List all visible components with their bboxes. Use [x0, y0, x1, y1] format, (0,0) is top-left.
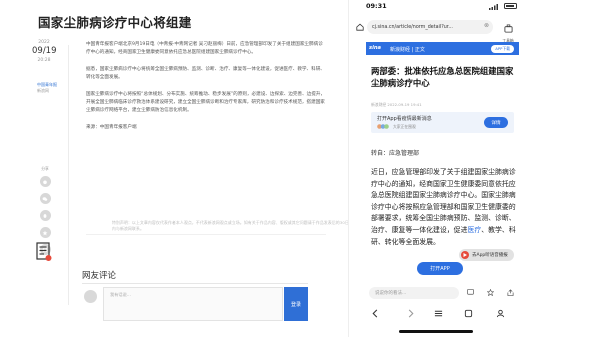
- forward-icon[interactable]: [406, 309, 415, 318]
- play-icon: [461, 251, 469, 259]
- promo-details-button[interactable]: 详情: [484, 117, 508, 128]
- audio-broadcast-label: 去App听语音播报: [472, 253, 508, 258]
- url-text: cj.sina.cn/article/norm_detail?ur...: [372, 24, 453, 30]
- breadcrumb[interactable]: 新浪财经 | 正文: [390, 46, 425, 53]
- article-source[interactable]: 中国青年报 新浪网: [37, 82, 57, 93]
- toolbox-button[interactable]: 工具箱: [497, 18, 519, 44]
- weibo-share-icon[interactable]: [39, 176, 51, 187]
- home-icon[interactable]: [356, 23, 364, 31]
- share-icon[interactable]: [507, 289, 514, 296]
- mobile-screenshot: 09:31 cj.sina.cn/article/norm_detail?ur.…: [348, 0, 524, 337]
- article-paragraph: 国家尘肺病诊疗中心将按照“总体规划、分布实施、统筹推动、稳步发展”的原则，必建设…: [86, 91, 326, 114]
- promo-text: 打开App看疫情最新消息: [377, 116, 432, 122]
- status-bar: 09:31: [349, 0, 525, 13]
- comment-bar: 说说你的看法...: [366, 286, 519, 300]
- comment-login-button[interactable]: 登录: [284, 287, 308, 321]
- star-icon[interactable]: [487, 289, 494, 296]
- qzone-share-icon[interactable]: [39, 227, 51, 238]
- menu-icon[interactable]: [434, 309, 443, 318]
- desktop-article: 国家尘肺病诊疗中心将组建 2022 09/19 20:28 中国青年报 新浪网 …: [0, 0, 350, 337]
- url-input[interactable]: cj.sina.cn/article/norm_detail?ur... ⊗: [367, 20, 493, 34]
- source-name[interactable]: 中国青年报: [37, 82, 57, 88]
- divider: [86, 234, 326, 235]
- source-label: 新浪网: [37, 87, 49, 93]
- publish-month-day: 09/19: [32, 46, 57, 56]
- article-link[interactable]: 医疗: [467, 226, 481, 234]
- open-app-button[interactable]: 打开APP: [417, 262, 463, 275]
- repost-source: 转自：应急管理部: [371, 150, 420, 157]
- comment-input[interactable]: 我有话说…: [103, 287, 283, 321]
- audio-broadcast-button[interactable]: 去App听语音播报: [459, 249, 514, 261]
- article-paragraph: 据悉，国家尘肺病诊疗中心将统筹全国尘肺病预防、监测、诊断、治疗、康复等一体化建设…: [86, 66, 325, 81]
- comments-title: 网友评论: [82, 271, 117, 281]
- article-headline: 两部委：批准依托应急总医院组建国家尘肺病诊疗中心: [371, 66, 514, 88]
- qq-share-icon[interactable]: [39, 210, 51, 221]
- publish-date: 2022 09/19 20:28: [32, 40, 57, 63]
- publish-time: 20:28: [37, 58, 51, 63]
- user-avatars-icon: [377, 124, 389, 129]
- signal-icon: [489, 4, 498, 10]
- wechat-share-icon[interactable]: [39, 193, 51, 204]
- publish-year: 2022: [38, 40, 50, 45]
- profile-icon[interactable]: [496, 309, 505, 318]
- toolbox-icon: [503, 24, 513, 33]
- article-text: 近日，应急管理部印发了关于组建国家尘肺病诊疗中心的通知，经商国家卫生健康委同意依…: [371, 167, 517, 248]
- article-text-segment: 近日，应急管理部印发了关于组建国家尘肺病诊疗中心的通知，经商国家卫生健康委同意依…: [371, 168, 516, 234]
- divider: [68, 45, 69, 305]
- status-time: 09:31: [366, 2, 387, 10]
- clear-icon[interactable]: ⊗: [484, 22, 489, 29]
- sina-logo[interactable]: sina: [369, 45, 381, 51]
- article-body: 中国青年报客户端北京9月19日电（中青报·中青网记者 吴刁赵丽梅）日前，应急管理…: [86, 41, 326, 140]
- comment-document-icon[interactable]: [36, 242, 52, 262]
- browser-url-bar: cj.sina.cn/article/norm_detail?ur... ⊗ 工…: [349, 14, 525, 43]
- tabs-icon[interactable]: [464, 309, 473, 318]
- app-download-button[interactable]: APP下载: [491, 44, 514, 53]
- article-title: 国家尘肺病诊疗中心将组建: [38, 15, 192, 30]
- share-label: 分享: [41, 166, 49, 171]
- app-promo-banner[interactable]: 打开App看疫情最新消息 大家正在围观 详情: [371, 112, 514, 133]
- avatar: [84, 290, 97, 303]
- disclaimer: 特别声明：以上文章内容仅代表作者本人观点，不代表新浪网观点或立场。如有关于作品内…: [112, 220, 350, 231]
- article-paragraph: 来源：中国青年报客户端: [86, 124, 137, 130]
- back-icon[interactable]: [371, 309, 380, 318]
- article-paragraph: 中国青年报客户端北京9月19日电（中青报·中青网记者 吴刁赵丽梅）日前，应急管理…: [86, 42, 323, 56]
- comment-icon[interactable]: [467, 289, 474, 296]
- article-meta: 新浪财经 2022-09-19 19:41: [371, 102, 422, 107]
- channel-header: sina 新浪财经 | 正文 APP下载: [366, 42, 519, 55]
- divider: [82, 283, 308, 284]
- home-indicator[interactable]: [399, 330, 473, 333]
- browser-nav-bar: [349, 304, 525, 328]
- promo-subtext: 大家正在围观: [393, 124, 416, 129]
- comment-input[interactable]: 说说你的看法...: [369, 287, 459, 299]
- battery-icon: [504, 3, 517, 9]
- mobile-article: 两部委：批准依托应急总医院组建国家尘肺病诊疗中心 新浪财经 2022-09-19…: [366, 55, 519, 285]
